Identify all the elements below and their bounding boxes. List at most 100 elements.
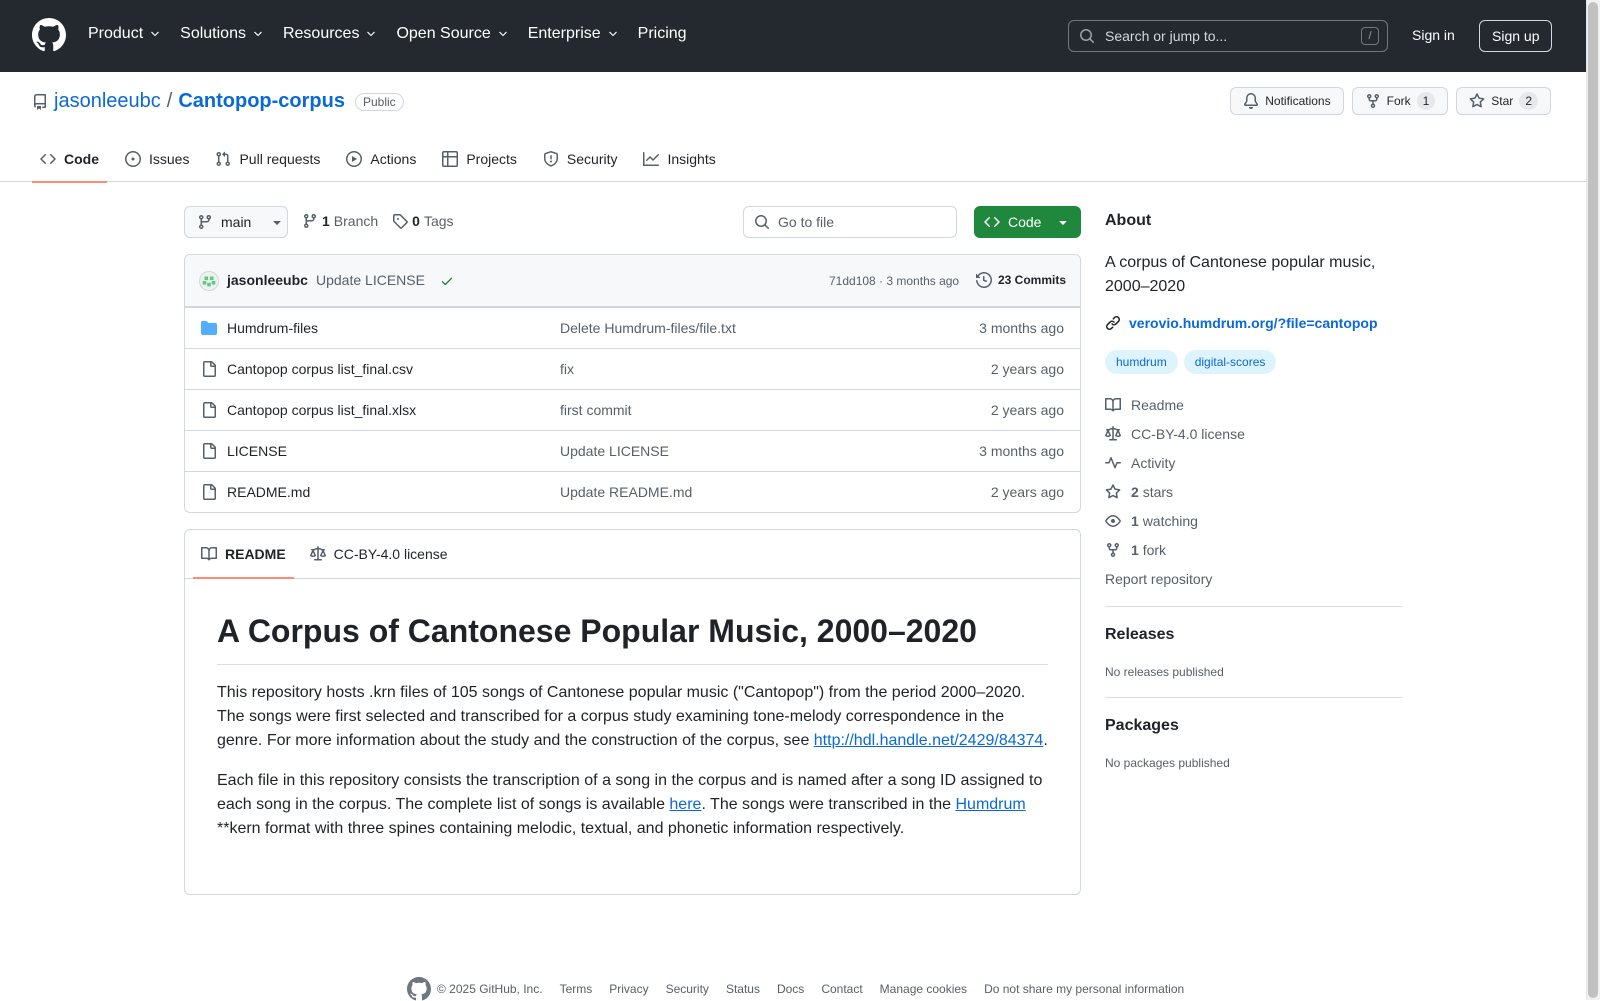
file-name-link[interactable]: Humdrum-files xyxy=(227,320,318,336)
topic-tag[interactable]: digital-scores xyxy=(1183,350,1277,374)
sign-in-link[interactable]: Sign in xyxy=(1412,27,1455,43)
eye-icon xyxy=(1105,514,1121,527)
humdrum-link[interactable]: Humdrum xyxy=(956,796,1026,813)
readme-content: A Corpus of Cantonese Popular Music, 200… xyxy=(185,579,1080,891)
tags-link[interactable]: 0 Tags xyxy=(392,213,454,229)
check-icon[interactable] xyxy=(440,274,454,288)
vertical-scrollbar[interactable] xyxy=(1586,0,1600,1000)
avatar[interactable] xyxy=(199,271,219,291)
forks-count: 1 xyxy=(1131,541,1139,558)
table-row[interactable]: Cantopop corpus list_final.csv fix 2 years… xyxy=(185,348,1080,389)
repo-header: jasonleeubc / Cantopop-corpus Public Not… xyxy=(0,72,1586,183)
stars-link[interactable]: 2 stars xyxy=(1105,477,1245,506)
file-name-link[interactable]: LICENSE xyxy=(227,443,287,459)
table-row[interactable]: LICENSE Update LICENSE 3 months ago xyxy=(185,430,1080,471)
releases-heading[interactable]: Releases xyxy=(1105,626,1174,644)
file-name-link[interactable]: Cantopop corpus list_final.xlsx xyxy=(227,402,416,418)
table-row[interactable]: Cantopop corpus list_final.xlsx first com… xyxy=(185,389,1080,430)
commits-history-link[interactable]: 23 Commits xyxy=(976,272,1066,288)
sign-up-button[interactable]: Sign up xyxy=(1479,20,1553,52)
scrollbar-thumb[interactable] xyxy=(1588,2,1598,998)
song-list-link[interactable]: here xyxy=(669,796,701,813)
github-logo-icon[interactable] xyxy=(407,977,431,1001)
file-table: jasonleeubc Update LICENSE 71dd108 · 3 m… xyxy=(184,254,1081,513)
about-heading: About xyxy=(1105,212,1152,229)
code-button-label: Code xyxy=(1008,214,1042,230)
link-icon xyxy=(1105,315,1121,331)
nav-resources[interactable]: Resources xyxy=(283,22,377,46)
branches-link[interactable]: 1 Branch xyxy=(302,213,378,229)
tab-code[interactable]: Code xyxy=(32,136,107,183)
nav-enterprise[interactable]: Enterprise xyxy=(528,22,619,46)
divider xyxy=(1105,606,1403,607)
star-button[interactable]: Star 2 xyxy=(1456,87,1551,115)
report-repository-link[interactable]: Report repository xyxy=(1105,564,1245,593)
go-to-file-input[interactable]: Go to file xyxy=(743,206,957,238)
tab-license[interactable]: CC-BY-4.0 license xyxy=(302,530,456,578)
tab-actions[interactable]: Actions xyxy=(338,136,424,182)
code-dropdown-button[interactable]: Code xyxy=(974,206,1081,238)
tag-label: Tags xyxy=(423,213,454,229)
packages-heading[interactable]: Packages xyxy=(1105,717,1179,735)
tab-label: Pull requests xyxy=(239,151,321,167)
chevron-down-icon xyxy=(608,31,617,37)
tab-label: Security xyxy=(566,151,618,167)
branch-icon xyxy=(198,215,211,230)
search-input[interactable]: Search or jump to... / xyxy=(1068,20,1388,52)
tab-security[interactable]: Security xyxy=(535,136,626,182)
repo-actions: Notifications Fork 1 Star 2 xyxy=(1230,87,1551,115)
file-commit-message-link[interactable]: Delete Humdrum-files/file.txt xyxy=(560,320,736,336)
license-link[interactable]: CC-BY-4.0 license xyxy=(1105,419,1245,448)
tab-issues[interactable]: Issues xyxy=(117,136,197,182)
nav-product[interactable]: Product xyxy=(88,22,161,46)
file-commit-message-link[interactable]: Update README.md xyxy=(560,484,692,500)
footer-link-security[interactable]: Security xyxy=(666,982,709,996)
footer-link-terms[interactable]: Terms xyxy=(560,982,593,996)
file-commit-message-link[interactable]: Update LICENSE xyxy=(560,443,669,459)
nav-open-source[interactable]: Open Source xyxy=(396,22,508,46)
book-icon xyxy=(201,546,217,561)
file-commit-message-link[interactable]: first commit xyxy=(560,402,632,418)
watching-link[interactable]: 1 watching xyxy=(1105,506,1245,535)
footer-link-do-not-share-my-personal-information[interactable]: Do not share my personal information xyxy=(984,982,1184,996)
tab-insights[interactable]: Insights xyxy=(635,136,723,182)
footer-link-status[interactable]: Status xyxy=(726,982,760,996)
tab-readme[interactable]: README xyxy=(193,530,294,579)
commits-count-label: 23 Commits xyxy=(998,273,1067,287)
nav-pricing[interactable]: Pricing xyxy=(638,22,687,46)
nav-solutions[interactable]: Solutions xyxy=(180,22,264,46)
commit-message-link[interactable]: Update LICENSE xyxy=(316,272,425,288)
stars-count: 2 xyxy=(1131,483,1139,500)
commit-author-link[interactable]: jasonleeubc xyxy=(227,272,308,288)
notifications-button[interactable]: Notifications xyxy=(1230,87,1344,115)
table-row[interactable]: README.md Update README.md 2 years ago xyxy=(185,471,1080,512)
table-row[interactable]: Humdrum-files Delete Humdrum-files/file.t… xyxy=(185,307,1080,348)
footer-link-contact[interactable]: Contact xyxy=(821,982,862,996)
readme-link[interactable]: Readme xyxy=(1105,390,1245,419)
topic-tag[interactable]: humdrum xyxy=(1105,350,1178,374)
commit-hash-time[interactable]: 71dd108 · 3 months ago xyxy=(829,274,959,288)
file-name-link[interactable]: Cantopop corpus list_final.csv xyxy=(227,361,413,377)
github-logo-icon[interactable] xyxy=(32,18,66,52)
handle-link[interactable]: http://hdl.handle.net/2429/84374 xyxy=(814,732,1044,749)
search-placeholder: Search or jump to... xyxy=(1105,28,1228,44)
repo-name-link[interactable]: Cantopop-corpus xyxy=(178,90,345,113)
file-commit-message-link[interactable]: fix xyxy=(560,361,574,377)
tag-icon xyxy=(393,214,408,229)
global-nav: Product Solutions Resources Open Source Ente… xyxy=(88,22,706,46)
forks-link[interactable]: 1 fork xyxy=(1105,535,1245,564)
repo-tabs: Code Issues Pull requests Actions Projects Se… xyxy=(32,136,734,183)
nav-label: Solutions xyxy=(180,25,246,42)
fork-button[interactable]: Fork 1 xyxy=(1351,87,1449,115)
tab-projects[interactable]: Projects xyxy=(434,136,525,182)
file-name-link[interactable]: README.md xyxy=(227,484,310,500)
footer-link-privacy[interactable]: Privacy xyxy=(609,982,648,996)
branch-selector[interactable]: main xyxy=(184,206,288,238)
homepage-link[interactable]: verovio.humdrum.org/?file=cantopop xyxy=(1105,315,1378,331)
footer-link-manage-cookies[interactable]: Manage cookies xyxy=(880,982,967,996)
activity-link[interactable]: Activity xyxy=(1105,448,1245,477)
book-icon xyxy=(1105,397,1121,411)
repo-owner-link[interactable]: jasonleeubc xyxy=(54,90,161,113)
footer-link-docs[interactable]: Docs xyxy=(777,982,804,996)
tab-pull-requests[interactable]: Pull requests xyxy=(207,136,328,182)
